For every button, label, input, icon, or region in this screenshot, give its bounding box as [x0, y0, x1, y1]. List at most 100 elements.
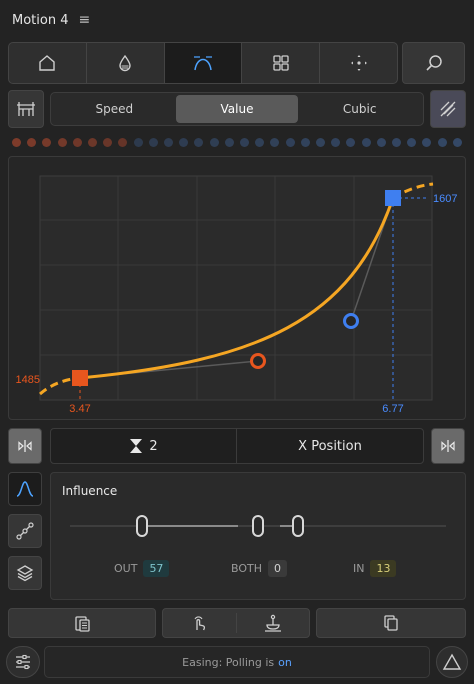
out-label: OUT: [114, 562, 138, 575]
keyframe-dot-strip[interactable]: [8, 136, 466, 148]
graph-grid: [39, 175, 433, 401]
bridge-button[interactable]: [8, 90, 44, 128]
end-keyframe[interactable]: [385, 190, 401, 206]
strip-dot: [407, 137, 417, 147]
out-value[interactable]: 57: [143, 560, 170, 577]
strip-dot: [255, 137, 265, 147]
in-label: IN: [353, 562, 365, 575]
influence-sliders: [70, 515, 446, 537]
strip-dot: [133, 137, 143, 147]
strip-dot: [452, 137, 462, 147]
status-bar: Easing: Polling is on: [44, 646, 430, 678]
tab-presets[interactable]: [242, 43, 321, 83]
strip-dot: [88, 137, 98, 147]
next-keyframe-button[interactable]: [431, 428, 465, 464]
strip-dot: [224, 137, 234, 147]
path-nodes-icon: [15, 521, 35, 541]
value-graph[interactable]: 1485 3.47 1607 6.77: [8, 156, 466, 420]
in-value[interactable]: 13: [370, 560, 397, 577]
clipboard-list-icon: [72, 613, 92, 633]
previous-keyframe-button[interactable]: [8, 428, 42, 464]
both-influence-handle[interactable]: [252, 515, 264, 537]
keyframe-count[interactable]: 2: [51, 429, 237, 463]
bezier-curve-icon: [192, 53, 214, 73]
influence-title: Influence: [62, 484, 118, 498]
strip-dot: [118, 137, 128, 147]
hand-tap-button[interactable]: [163, 613, 237, 633]
balance-button[interactable]: [237, 613, 310, 633]
end-time-label: 6.77: [382, 403, 403, 415]
action-group: [162, 608, 310, 638]
strip-dot: [103, 137, 113, 147]
in-influence-handle[interactable]: [292, 515, 304, 537]
tab-easing[interactable]: [164, 43, 243, 83]
graph-mode-selector: Speed Value Cubic: [50, 92, 424, 126]
strip-dot: [194, 137, 204, 147]
start-value-label: 1485: [16, 374, 40, 386]
strip-dot: [72, 137, 82, 147]
keyframe-prev-icon: [15, 438, 35, 454]
out-influence-readout: OUT 57: [114, 560, 170, 577]
sliders-icon: [13, 652, 33, 672]
tab-home[interactable]: [9, 43, 87, 83]
in-handle[interactable]: [343, 313, 359, 329]
strip-dot: [392, 137, 402, 147]
strip-dot: [209, 137, 219, 147]
strip-dot: [179, 137, 189, 147]
keyframe-next-icon: [438, 438, 458, 454]
settings-button[interactable]: [6, 646, 40, 678]
drop-icon: [115, 53, 135, 73]
influence-mode-button[interactable]: [8, 472, 42, 506]
search-icon: [424, 53, 444, 73]
scale-balance-icon: [262, 613, 284, 633]
tab-anchor[interactable]: [320, 43, 397, 83]
strip-dot: [376, 137, 386, 147]
warning-triangle-icon: [442, 653, 462, 671]
strip-dot: [57, 137, 67, 147]
strip-dot: [300, 137, 310, 147]
strip-dot: [331, 137, 341, 147]
status-text: Easing: Polling is: [182, 655, 275, 669]
strip-dot: [422, 137, 432, 147]
bridge-icon: [15, 99, 37, 119]
hide-graph-button[interactable]: [430, 90, 466, 128]
start-time-label: 3.47: [69, 403, 90, 415]
bell-curve-icon: [15, 479, 35, 499]
strip-dot: [164, 137, 174, 147]
mode-speed[interactable]: Speed: [53, 95, 176, 123]
keyframe-count-value: 2: [149, 438, 158, 454]
main-tab-bar: [8, 42, 398, 84]
strip-dot: [346, 137, 356, 147]
window-title: Motion 4: [12, 12, 69, 28]
property-name[interactable]: X Position: [237, 429, 423, 463]
warning-button[interactable]: [436, 646, 468, 678]
property-row: 2 X Position: [50, 428, 424, 464]
search-button[interactable]: [402, 42, 465, 84]
layers-icon: [15, 563, 35, 583]
start-keyframe[interactable]: [72, 370, 88, 386]
strip-dot: [285, 137, 295, 147]
strip-dot: [316, 137, 326, 147]
layers-mode-button[interactable]: [8, 556, 42, 590]
slashed-lines-icon: [438, 99, 458, 119]
both-label: BOTH: [231, 562, 263, 575]
paste-easing-button[interactable]: [316, 608, 466, 638]
mode-value[interactable]: Value: [175, 95, 299, 123]
both-influence-readout: BOTH 0: [231, 560, 288, 577]
polling-toggle[interactable]: on: [278, 656, 292, 669]
out-influence-handle[interactable]: [136, 515, 148, 537]
tab-effects[interactable]: [87, 43, 165, 83]
copy-icon: [381, 613, 401, 633]
path-mode-button[interactable]: [8, 514, 42, 548]
mode-cubic[interactable]: Cubic: [298, 95, 421, 123]
hamburger-menu-icon[interactable]: ≡: [78, 12, 90, 28]
both-value[interactable]: 0: [268, 560, 288, 577]
out-handle[interactable]: [250, 353, 266, 369]
strip-dot: [270, 137, 280, 147]
move-anchor-icon: [349, 53, 369, 73]
title-bar: Motion 4 ≡: [0, 0, 474, 40]
strip-dot: [240, 137, 250, 147]
strip-dot: [437, 137, 447, 147]
strip-dot: [148, 137, 158, 147]
copy-easing-button[interactable]: [8, 608, 156, 638]
